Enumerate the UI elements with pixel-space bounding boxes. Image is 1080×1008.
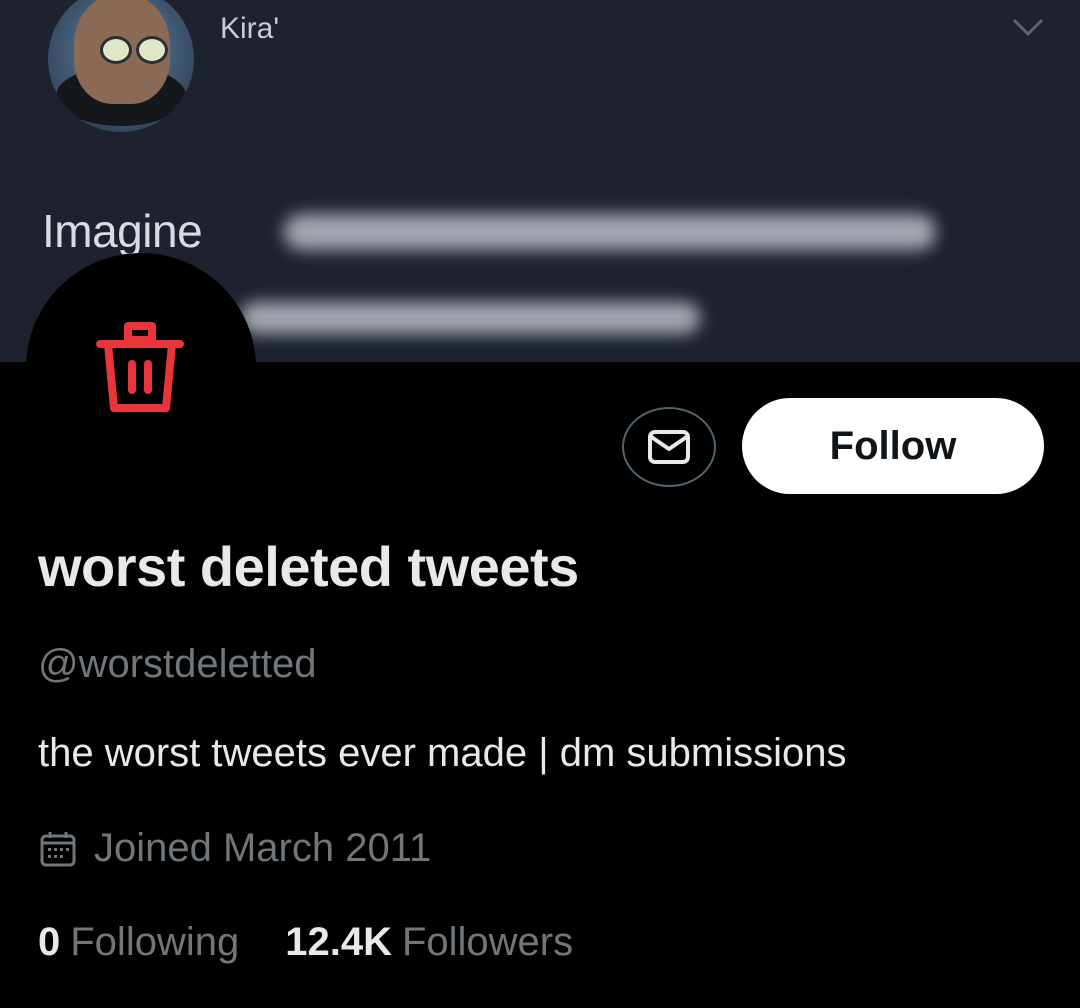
embedded-tweet-avatar — [48, 0, 194, 132]
redacted-text — [240, 302, 700, 334]
redacted-text — [284, 214, 936, 250]
follow-button[interactable]: Follow — [742, 398, 1044, 494]
joined-text: Joined March 2011 — [94, 826, 432, 870]
handle: @worstdeletted — [38, 642, 317, 686]
calendar-icon — [40, 831, 76, 866]
follow-stats: 0 Following 12.4K Followers — [38, 920, 573, 965]
followers-count: 12.4K — [285, 920, 392, 964]
chevron-down-icon — [1012, 18, 1044, 37]
joined-date: Joined March 2011 — [38, 826, 431, 871]
trash-icon — [96, 322, 184, 412]
embedded-tweet-text: Imagine — [42, 205, 203, 257]
message-button[interactable] — [622, 407, 716, 487]
following-label: Following — [70, 920, 240, 964]
bio: the worst tweets ever made | dm submissi… — [38, 731, 847, 775]
following-link[interactable]: 0 Following — [38, 920, 239, 965]
followers-link[interactable]: 12.4K Followers — [285, 920, 573, 965]
display-name: worst deleted tweets — [38, 535, 579, 598]
embedded-tweet-author: Kira' — [220, 12, 280, 45]
envelope-icon — [648, 430, 690, 464]
followers-label: Followers — [401, 920, 574, 964]
following-count: 0 — [38, 920, 61, 964]
